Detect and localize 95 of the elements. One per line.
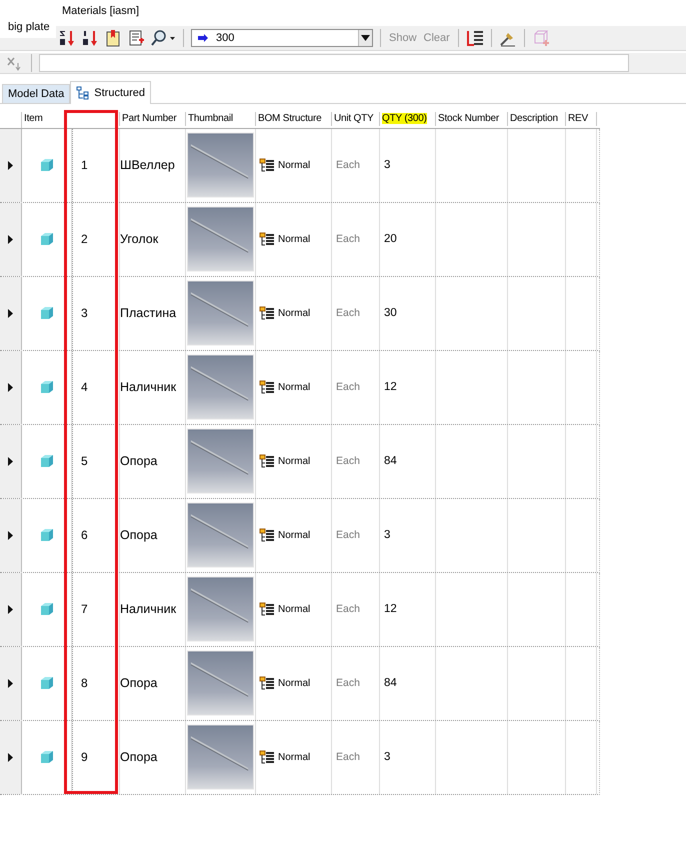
- unit-qty: Each: [336, 233, 360, 246]
- unit-qty: Each: [336, 307, 360, 320]
- expand-arrow-icon[interactable]: [8, 752, 13, 762]
- expand-arrow-icon[interactable]: [8, 530, 13, 540]
- item-number: 4: [81, 380, 88, 394]
- structure-icon: [259, 602, 275, 616]
- sort-number-icon[interactable]: [81, 29, 99, 47]
- quantity: 3: [384, 529, 390, 542]
- document-icon[interactable]: [104, 29, 122, 47]
- expand-arrow-icon[interactable]: [8, 382, 13, 392]
- item-number: 6: [81, 528, 88, 542]
- tab[interactable]: Model Data: [2, 84, 70, 103]
- cube-icon: [40, 232, 54, 246]
- column-header[interactable]: Item: [24, 113, 43, 124]
- structure-icon: [259, 306, 275, 320]
- bom-structure: Normal: [278, 234, 310, 245]
- quantity: 84: [384, 677, 397, 690]
- structure-icon: [259, 750, 275, 764]
- item-number: 3: [81, 306, 88, 320]
- quantity: 20: [384, 233, 397, 246]
- quantity: 30: [384, 307, 397, 320]
- cube-icon: [40, 158, 54, 172]
- part-number: Наличник: [120, 602, 176, 616]
- list-icon[interactable]: [466, 29, 484, 47]
- bom-structure: Normal: [278, 530, 310, 541]
- expand-arrow-icon[interactable]: [8, 308, 13, 318]
- cube-icon: [40, 306, 54, 320]
- item-number: 2: [81, 232, 88, 246]
- cube-add-icon: [532, 29, 550, 47]
- expand-arrow-icon[interactable]: [8, 456, 13, 466]
- expand-arrow-icon[interactable]: [8, 160, 13, 170]
- column-header[interactable]: BOM Structure: [258, 113, 322, 124]
- bom-structure: Normal: [278, 752, 310, 763]
- window-title: Materials [iasm]: [62, 5, 140, 17]
- part-number: Наличник: [120, 380, 176, 394]
- unit-qty: Each: [336, 381, 360, 394]
- structure-icon: [259, 528, 275, 542]
- cube-icon: [40, 676, 54, 690]
- part-number: Опора: [120, 454, 158, 468]
- part-number: Опора: [120, 528, 158, 542]
- part-number: Опора: [120, 676, 158, 690]
- expand-arrow-icon[interactable]: [8, 604, 13, 614]
- caret-icon: [361, 35, 370, 41]
- item-number: 7: [81, 602, 88, 616]
- unit-qty: Each: [336, 159, 360, 172]
- document-add-icon[interactable]: [127, 29, 145, 47]
- column-header[interactable]: Unit QTY: [334, 113, 374, 124]
- bom-structure: Normal: [278, 160, 310, 171]
- tab[interactable]: Structured: [70, 81, 152, 104]
- column-header[interactable]: REV: [568, 113, 588, 124]
- quantity: 84: [384, 455, 397, 468]
- structure-icon: [259, 380, 275, 394]
- bom-structure: Normal: [278, 604, 310, 615]
- unit-qty: Each: [336, 603, 360, 616]
- column-header[interactable]: Part Number: [122, 113, 176, 124]
- expand-arrow-icon[interactable]: [8, 678, 13, 688]
- part-number: Опора: [120, 750, 158, 764]
- unit-qty: Each: [336, 677, 360, 690]
- bom-structure: Normal: [278, 456, 310, 467]
- bom-structure: Normal: [278, 678, 310, 689]
- tree-icon: [76, 86, 90, 100]
- quantity: 12: [384, 603, 397, 616]
- bom-structure: Normal: [278, 382, 310, 393]
- quantity: 12: [384, 381, 397, 394]
- item-number: 9: [81, 750, 88, 764]
- cube-icon: [40, 454, 54, 468]
- item-number: 5: [81, 454, 88, 468]
- cube-icon: [40, 380, 54, 394]
- structure-icon: [259, 232, 275, 246]
- quantity: 3: [384, 751, 390, 764]
- unit-qty: Each: [336, 751, 360, 764]
- column-header[interactable]: Description: [510, 113, 558, 124]
- expression-field[interactable]: [39, 54, 629, 72]
- part-number: ШВеллер: [120, 158, 175, 172]
- column-header[interactable]: Thumbnail: [188, 113, 233, 124]
- column-header[interactable]: QTY (300): [382, 113, 427, 124]
- part-number: Пластина: [120, 306, 176, 320]
- structure-icon: [259, 676, 275, 690]
- search-icon[interactable]: [150, 29, 176, 47]
- item-number: 8: [81, 676, 88, 690]
- structure-icon: [259, 454, 275, 468]
- sort-alpha-icon[interactable]: [58, 29, 76, 47]
- part-number: Уголок: [120, 232, 158, 246]
- unit-qty: Each: [336, 455, 360, 468]
- item-number: 1: [81, 158, 88, 172]
- cube-icon: [40, 528, 54, 542]
- unit-qty: Each: [336, 529, 360, 542]
- structure-icon: [259, 158, 275, 172]
- cube-icon: [40, 602, 54, 616]
- cube-icon: [40, 750, 54, 764]
- quantity-dropdown[interactable]: 300: [191, 29, 373, 47]
- bom-structure: Normal: [278, 308, 310, 319]
- expand-arrow-icon[interactable]: [8, 234, 13, 244]
- quantity: 3: [384, 159, 390, 172]
- column-header[interactable]: Stock Number: [438, 113, 499, 124]
